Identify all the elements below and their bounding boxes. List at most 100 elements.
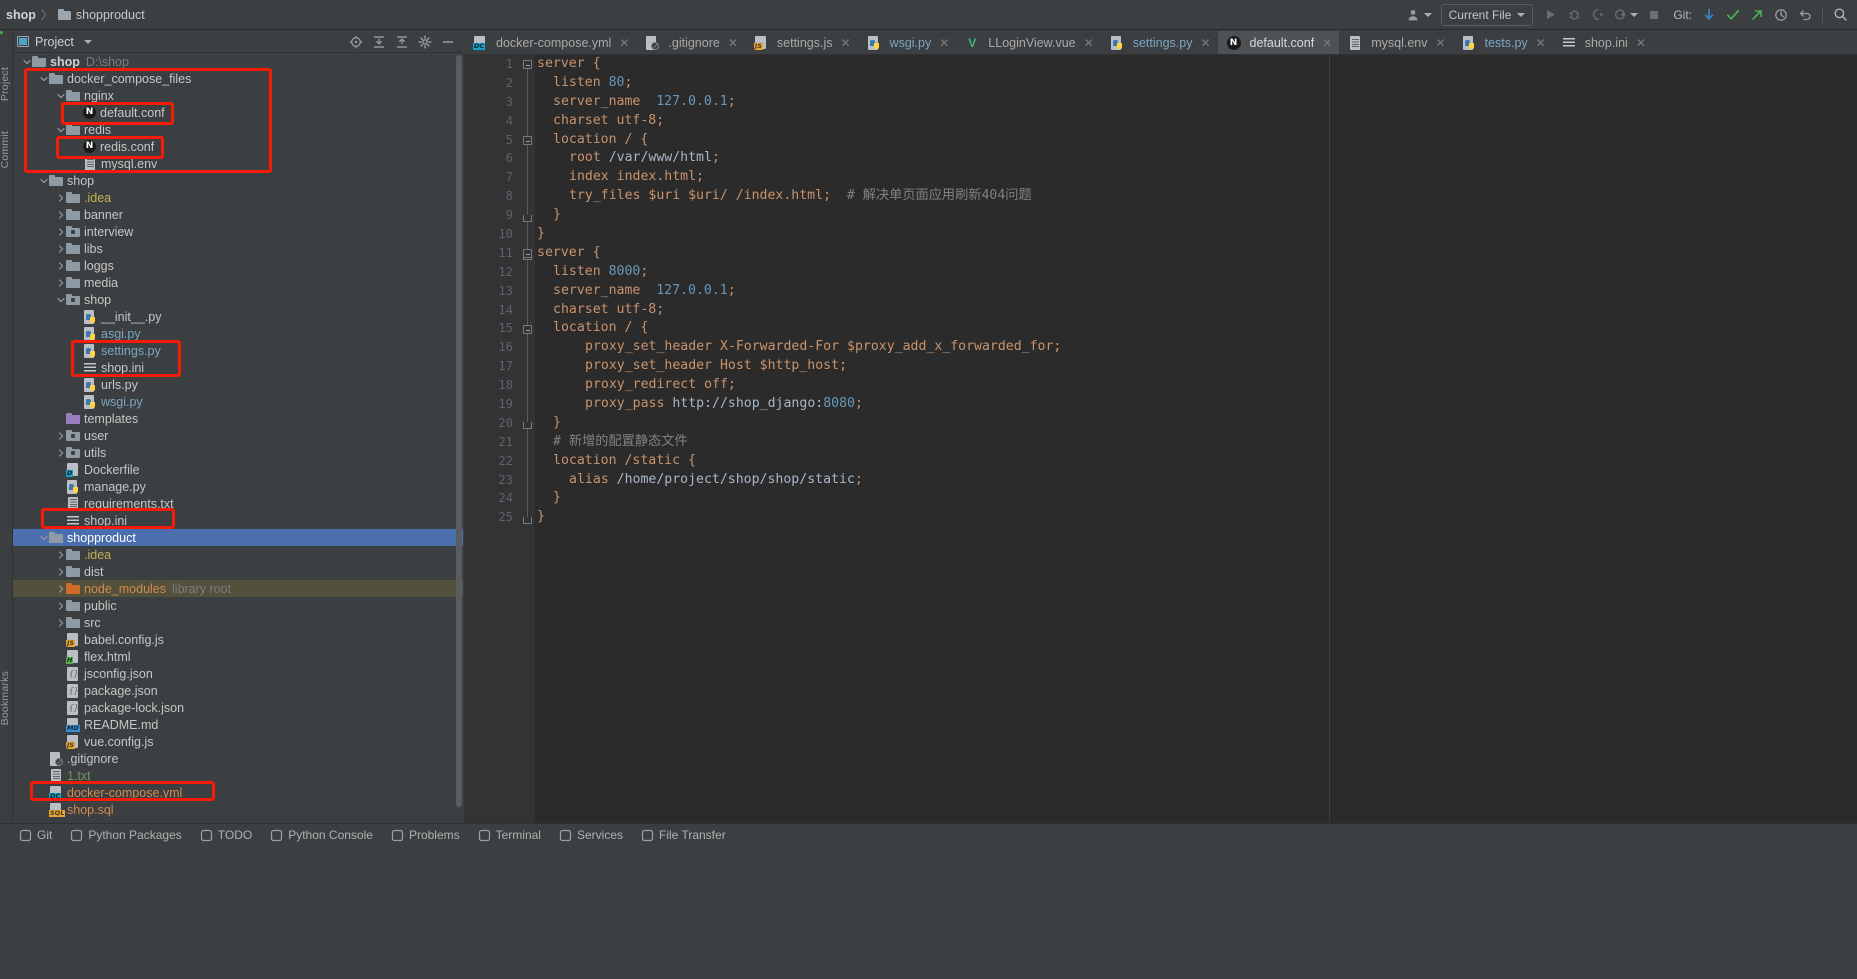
tree-node-libs[interactable]: libs xyxy=(13,240,463,257)
close-icon[interactable]: ✕ xyxy=(1536,37,1546,49)
tree-node-redis-conf[interactable]: Nredis.conf xyxy=(13,138,463,155)
chevron-down-icon[interactable] xyxy=(55,291,66,308)
tree-node-asgi-py[interactable]: asgi.py xyxy=(13,325,463,342)
tree-node-requirements-txt[interactable]: requirements.txt xyxy=(13,495,463,512)
fold-marker[interactable] xyxy=(523,136,532,145)
tree-node-package-lock-json[interactable]: {} package-lock.json xyxy=(13,699,463,716)
tree-node-flex-html[interactable]: Hflex.html xyxy=(13,648,463,665)
tree-node-shop-ini[interactable]: shop.ini xyxy=(13,359,463,376)
tree-node-media[interactable]: media xyxy=(13,274,463,291)
status-tool-services[interactable]: Services xyxy=(559,828,623,842)
chevron-down-icon[interactable] xyxy=(38,529,49,546)
git-update-project-icon[interactable] xyxy=(1698,4,1720,26)
tree-node-default-conf[interactable]: Ndefault.conf xyxy=(13,104,463,121)
user-account-icon[interactable] xyxy=(1404,4,1435,26)
tree-node-1-txt[interactable]: 1.txt xyxy=(13,767,463,784)
code-editor[interactable]: 1 server {2 listen 80; 3 server_name 127.0.0… xyxy=(464,55,1857,823)
status-tool-problems[interactable]: Problems xyxy=(391,828,460,842)
status-tool-python-console[interactable]: Python Console xyxy=(270,828,373,842)
tree-node-readme-md[interactable]: MD README.md xyxy=(13,716,463,733)
stripe-item-bookmarks[interactable]: Bookmarks xyxy=(0,671,12,725)
close-icon[interactable]: ✕ xyxy=(1200,37,1210,49)
chevron-right-icon[interactable] xyxy=(55,189,66,206)
tree-node-src[interactable]: src xyxy=(13,614,463,631)
tree-node-mysql-env[interactable]: mysql.env xyxy=(13,155,463,172)
editor-tab-tests-py[interactable]: tests.py ✕ xyxy=(1453,31,1553,54)
tree-node--init-py[interactable]: __init__.py xyxy=(13,308,463,325)
editor-tab-docker-compose-yml[interactable]: DC docker-compose.yml ✕ xyxy=(464,31,636,54)
debug-button[interactable] xyxy=(1563,4,1585,26)
tree-node-vue-config-js[interactable]: JS vue.config.js xyxy=(13,733,463,750)
gear-icon[interactable] xyxy=(418,34,432,49)
chevron-down-icon[interactable] xyxy=(83,39,92,44)
breadcrumb-folder[interactable]: shopproduct xyxy=(57,8,145,22)
chevron-down-icon[interactable] xyxy=(38,172,49,189)
tree-node-redis[interactable]: redis xyxy=(13,121,463,138)
hide-toolwindow-icon[interactable] xyxy=(441,35,455,49)
editor-tab-settings-py[interactable]: settings.py ✕ xyxy=(1101,31,1218,54)
fold-marker[interactable] xyxy=(523,249,532,258)
breadcrumb-project[interactable]: shop xyxy=(6,8,36,22)
editor-tab--gitignore[interactable]: .gitignore ✕ xyxy=(636,31,745,54)
chevron-down-icon[interactable] xyxy=(55,121,66,138)
close-icon[interactable]: ✕ xyxy=(728,37,738,49)
project-toolwindow-title[interactable]: Project xyxy=(17,35,92,49)
chevron-right-icon[interactable] xyxy=(55,580,66,597)
tree-node-jsconfig-json[interactable]: {} jsconfig.json xyxy=(13,665,463,682)
stripe-item-commit[interactable]: Commit xyxy=(0,131,12,168)
editor-fold-strip[interactable] xyxy=(521,55,535,823)
close-icon[interactable]: ✕ xyxy=(1084,37,1094,49)
tree-node-nginx[interactable]: nginx xyxy=(13,87,463,104)
close-icon[interactable]: ✕ xyxy=(1636,37,1646,49)
chevron-right-icon[interactable] xyxy=(55,546,66,563)
chevron-right-icon[interactable] xyxy=(55,274,66,291)
editor-tab-settings-js[interactable]: JS settings.js ✕ xyxy=(745,31,858,54)
tree-node-docker-compose-yml[interactable]: DC docker-compose.yml xyxy=(13,784,463,801)
search-everywhere-icon[interactable] xyxy=(1829,4,1851,26)
profile-button[interactable] xyxy=(1611,4,1641,26)
tree-node-utils[interactable]: utils xyxy=(13,444,463,461)
chevron-right-icon[interactable] xyxy=(55,223,66,240)
tree-node-docker-compose-files[interactable]: docker_compose_files xyxy=(13,70,463,87)
tool-window-buttons-bottom[interactable]: Git Python Packages TODO Python Console Prob… xyxy=(13,824,1857,846)
stop-button[interactable] xyxy=(1643,4,1665,26)
chevron-right-icon[interactable] xyxy=(55,614,66,631)
close-icon[interactable]: ✕ xyxy=(1322,37,1332,49)
editor-tab-mysql-env[interactable]: mysql.env ✕ xyxy=(1339,31,1452,54)
chevron-right-icon[interactable] xyxy=(55,427,66,444)
rollback-icon[interactable] xyxy=(1794,4,1816,26)
git-commit-icon[interactable] xyxy=(1722,4,1744,26)
editor-tab-lloginview-vue[interactable]: V LLoginView.vue ✕ xyxy=(956,31,1100,54)
tree-node-urls-py[interactable]: urls.py xyxy=(13,376,463,393)
tree-node--idea[interactable]: .idea xyxy=(13,546,463,563)
git-history-icon[interactable] xyxy=(1770,4,1792,26)
chevron-down-icon[interactable] xyxy=(38,70,49,87)
scrollbar-thumb[interactable] xyxy=(456,55,462,807)
editor-code-area[interactable]: 1 server {2 listen 80; 3 server_name 127.0.0… xyxy=(498,55,1857,823)
tree-node--idea[interactable]: .idea xyxy=(13,189,463,206)
close-icon[interactable]: ✕ xyxy=(1436,37,1446,49)
run-coverage-button[interactable] xyxy=(1587,4,1609,26)
collapse-all-icon[interactable] xyxy=(395,35,409,49)
tree-node-shop-sql[interactable]: SQL shop.sql xyxy=(13,801,463,818)
chevron-right-icon[interactable] xyxy=(55,563,66,580)
status-tool-terminal[interactable]: Terminal xyxy=(478,828,541,842)
tree-node-templates[interactable]: templates xyxy=(13,410,463,427)
project-tree[interactable]: shop D:\shop docker_compose_files nginx Ndef… xyxy=(13,53,463,823)
status-tool-file-transfer[interactable]: File Transfer xyxy=(641,828,726,842)
tree-node-shop[interactable]: shop xyxy=(13,291,463,308)
tree-node-public[interactable]: public xyxy=(13,597,463,614)
tree-node-package-json[interactable]: {} package.json xyxy=(13,682,463,699)
chevron-down-icon[interactable] xyxy=(55,87,66,104)
chevron-right-icon[interactable] xyxy=(55,240,66,257)
chevron-right-icon[interactable] xyxy=(55,444,66,461)
tree-node-node-modules[interactable]: node_modules library root xyxy=(13,580,463,597)
status-tool-python-packages[interactable]: Python Packages xyxy=(70,828,182,842)
editor-tab-shop-ini[interactable]: shop.ini ✕ xyxy=(1553,31,1653,54)
editor-tab-wsgi-py[interactable]: wsgi.py ✕ xyxy=(858,31,957,54)
close-icon[interactable]: ✕ xyxy=(619,37,629,49)
chevron-right-icon[interactable] xyxy=(55,206,66,223)
tree-node-shop[interactable]: shop D:\shop xyxy=(13,53,463,70)
status-tool-todo[interactable]: TODO xyxy=(200,828,252,842)
expand-all-icon[interactable] xyxy=(372,35,386,49)
